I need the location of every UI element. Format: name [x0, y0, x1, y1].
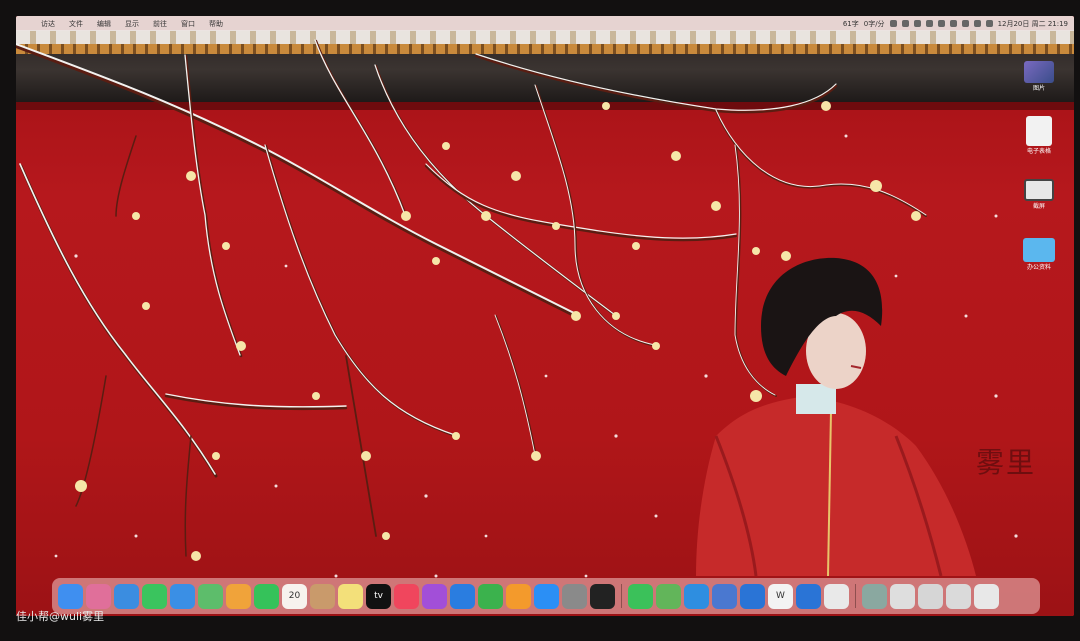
finder-icon[interactable] [58, 583, 83, 609]
dock: 20 tv W [52, 578, 1040, 614]
maps-icon[interactable] [198, 583, 223, 609]
menu-finder[interactable]: 访达 [41, 19, 55, 29]
app-store-icon[interactable] [534, 583, 559, 609]
recent-doc-3-icon[interactable] [946, 583, 971, 609]
launchpad-icon[interactable] [86, 583, 111, 609]
desktop-item-label: 图片 [1032, 85, 1045, 92]
wps-icon[interactable]: W [768, 583, 793, 609]
bluetooth-icon[interactable] [913, 20, 921, 27]
recent-doc-2-icon[interactable] [918, 583, 943, 609]
status-word-count: 61字 [842, 19, 859, 28]
status-area: 61字 0字/分 12月20日 周二 21:19 [843, 19, 1074, 29]
menu-edit[interactable]: 编辑 [97, 19, 111, 29]
desktop-item-label: 截屏 [1032, 203, 1045, 210]
microphone-icon[interactable] [889, 20, 897, 27]
menu-file[interactable]: 文件 [69, 19, 83, 29]
app-blue-icon[interactable] [684, 583, 709, 609]
document-icon [1026, 116, 1052, 146]
wallpaper-woman-figure [696, 257, 976, 577]
android-icon[interactable] [656, 583, 681, 609]
facetime-icon[interactable] [254, 583, 279, 609]
system-preferences-icon[interactable] [562, 583, 587, 609]
activity-monitor-icon[interactable] [590, 583, 615, 609]
image-credit: 佳小帮@wuli雾里 [16, 610, 105, 623]
wechat-icon[interactable] [628, 583, 653, 609]
wifi-icon[interactable] [961, 20, 969, 27]
desktop-item-screenshot[interactable]: 截屏 [1014, 179, 1064, 210]
cloud-icon[interactable] [925, 20, 933, 27]
chrome-icon[interactable] [824, 583, 849, 609]
menu-go[interactable]: 前往 [153, 19, 167, 29]
music-icon[interactable] [394, 583, 419, 609]
tool-blue-2-icon[interactable] [796, 583, 821, 609]
podcasts-icon[interactable] [422, 583, 447, 609]
numbers-icon[interactable] [478, 583, 503, 609]
search-icon[interactable] [973, 20, 981, 27]
messages-icon[interactable] [142, 583, 167, 609]
trash-icon[interactable] [974, 583, 999, 609]
desktop-item-spreadsheet[interactable]: 电子表格 [1014, 116, 1064, 155]
desktop-item-picture[interactable]: 图片 [1014, 61, 1064, 92]
dock-separator [621, 584, 622, 608]
screen-app-icon[interactable] [712, 583, 737, 609]
contacts-icon[interactable] [310, 583, 335, 609]
menu-bar: 访达 文件 编辑 显示 前往 窗口 帮助 61字 0字/分 12月20日 周二 … [16, 16, 1074, 31]
dock-separator [855, 584, 856, 608]
photos-icon[interactable] [226, 583, 251, 609]
recent-thumb-icon[interactable] [862, 583, 887, 609]
desktop-item-label: 电子表格 [1026, 148, 1051, 155]
recent-doc-icon[interactable] [890, 583, 915, 609]
battery-icon[interactable] [949, 20, 957, 27]
apple-tv-icon[interactable]: tv [366, 583, 391, 609]
keynote-icon[interactable] [450, 583, 475, 609]
control-center-icon[interactable] [985, 20, 993, 27]
mail-icon[interactable] [170, 583, 195, 609]
menu-window[interactable]: 窗口 [181, 19, 195, 29]
calendar-icon[interactable]: 20 [282, 583, 307, 609]
wallpaper-signature: 雾里 [976, 446, 1037, 479]
folder-icon [1023, 238, 1055, 262]
menu-help[interactable]: 帮助 [209, 19, 223, 29]
tool-blue-icon[interactable] [740, 583, 765, 609]
pages-icon[interactable] [506, 583, 531, 609]
menu-view[interactable]: 显示 [125, 19, 139, 29]
desktop-item-office-folder[interactable]: 办公资料 [1014, 238, 1064, 271]
wechat-status-icon[interactable] [937, 20, 945, 27]
desktop-screen: 雾里 访达 文件 编辑 显示 前往 窗口 帮助 61字 0字/分 12月20日 … [16, 16, 1074, 616]
input-method-icon[interactable] [901, 20, 909, 27]
notes-icon[interactable] [338, 583, 363, 609]
screenshot-icon [1024, 179, 1054, 201]
desktop-item-label: 办公资料 [1026, 264, 1051, 271]
picture-icon [1024, 61, 1054, 83]
menubar-clock[interactable]: 12月20日 周二 21:19 [998, 19, 1068, 29]
safari-icon[interactable] [114, 583, 139, 609]
status-word-rate: 0字/分 [863, 19, 885, 28]
